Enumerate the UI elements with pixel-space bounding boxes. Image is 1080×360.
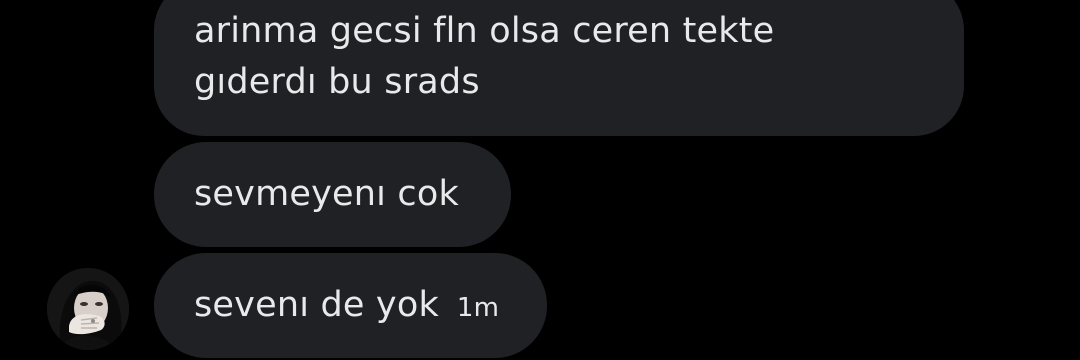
message-text-line: gıderdı bu srads xyxy=(194,62,480,102)
message-text-line: sevmeyenı cok xyxy=(194,174,459,214)
dm-conversation: arinma gecsi fln olsa ceren tekte gıderd… xyxy=(0,0,1080,360)
message-bubble[interactable]: sevmeyenı cok xyxy=(154,142,511,247)
message-bubble[interactable]: arinma gecsi fln olsa ceren tekte gıderd… xyxy=(154,0,964,136)
message-text-line: sevenı de yok xyxy=(194,285,439,325)
sender-avatar[interactable] xyxy=(47,268,129,350)
avatar-photo xyxy=(47,268,129,350)
message-timestamp: 1m xyxy=(456,293,500,323)
message-text-line: arinma gecsi fln olsa ceren tekte xyxy=(194,11,775,51)
message-bubble[interactable]: sevenı de yok 1m xyxy=(154,253,547,358)
